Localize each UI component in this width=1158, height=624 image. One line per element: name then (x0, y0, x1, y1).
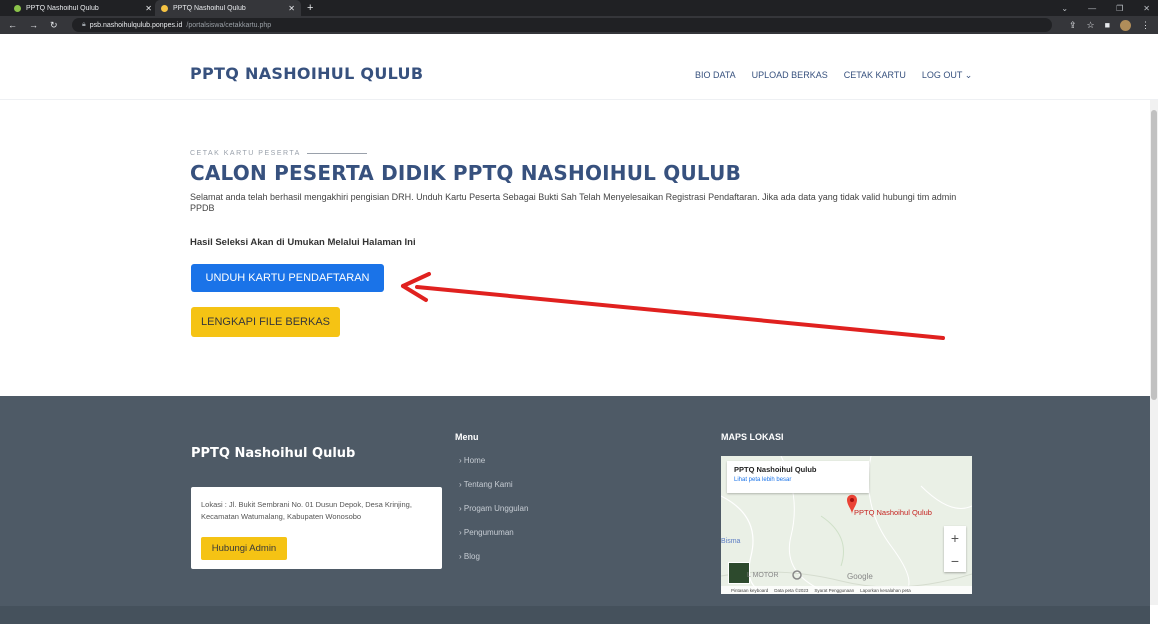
main-nav: BIO DATA UPLOAD BERKAS CETAK KARTU LOG O… (695, 70, 972, 81)
footer-bottom (0, 606, 1150, 624)
forward-icon[interactable]: → (29, 20, 38, 30)
tab-title: PPTQ Nashoihul Qulub (26, 4, 99, 12)
zoom-out-icon[interactable]: − (951, 553, 959, 569)
profile-avatar[interactable] (1120, 19, 1131, 31)
map-place-label: Bisma (721, 538, 741, 545)
complete-files-button[interactable]: LENGKAPI FILE BERKAS (191, 307, 340, 337)
browser-tab[interactable]: PPTQ Nashoihul Qulub ✕ (8, 0, 158, 16)
back-icon[interactable]: ← (8, 20, 17, 30)
map-attribution: Pintasan keyboard Data peta ©2023 Syarat… (721, 586, 972, 594)
site-footer (0, 396, 1150, 606)
map-footer-keyboard[interactable]: Pintasan keyboard (731, 588, 768, 593)
footer-address-card: Lokasi : Jl. Bukit Sembrani No. 01 Dusun… (191, 487, 442, 569)
map-card-title: PPTQ Nashoihul Qulub (734, 465, 817, 474)
nav-bio-data[interactable]: BIO DATA (695, 70, 736, 81)
footer-link-home[interactable]: › Home (459, 456, 528, 466)
map-info-card: PPTQ Nashoihul Qulub Lihat peta lebih be… (727, 461, 869, 493)
view-larger-map-link[interactable]: Lihat peta lebih besar (734, 477, 862, 483)
footer-link-tentang[interactable]: › Tentang Kami (459, 480, 528, 490)
close-tab-icon[interactable]: ✕ (288, 4, 295, 13)
browser-toolbar: ← → ↻ 🔒︎ psb.nashoihulqulub.ponpes.id/po… (0, 16, 1158, 34)
browser-tabbar: PPTQ Nashoihul Qulub ✕ PPTQ Nashoihul Qu… (0, 0, 1158, 16)
eyebrow-line (306, 153, 367, 154)
browser-tab-active[interactable]: PPTQ Nashoihul Qulub ✕ (155, 0, 301, 16)
sidebar-icon[interactable]: ■ (1105, 20, 1110, 30)
footer-link-progam[interactable]: › Progam Unggulan (459, 504, 528, 514)
share-icon[interactable]: ⇪ (1069, 20, 1077, 31)
maps-title: MAPS LOKASI (721, 432, 784, 442)
eyebrow-text: CETAK KARTU PESERTA (190, 150, 301, 157)
close-window-icon[interactable]: ✕ (1143, 4, 1150, 13)
section-eyebrow: CETAK KARTU PESERTA (190, 150, 367, 157)
footer-link-blog[interactable]: › Blog (459, 552, 528, 562)
nav-cetak-kartu[interactable]: CETAK KARTU (844, 70, 906, 81)
footer-link-pengumuman[interactable]: › Pengumuman (459, 528, 528, 538)
map-footer-data: Data peta ©2023 (774, 587, 809, 593)
map-zoom-control: + − (944, 526, 966, 572)
chevron-right-icon: › (459, 552, 462, 561)
map-pin-label[interactable]: PPTQ Nashoihul Qulub (854, 508, 932, 517)
url-host: psb.nashoihulqulub.ponpes.id (89, 21, 183, 29)
footer-brand: PPTQ Nashoihul Qulub (191, 446, 356, 461)
footer-menu: › Home › Tentang Kami › Progam Unggulan … (459, 456, 528, 562)
footer-link-label: Pengumuman (463, 528, 514, 537)
zoom-in-icon[interactable]: + (951, 530, 959, 546)
download-card-button[interactable]: UNDUH KARTU PENDAFTARAN (191, 264, 384, 292)
map-footer-report[interactable]: Laporkan kesalahan peta (860, 588, 911, 593)
nav-log-out[interactable]: LOG OUT ⌄ (922, 70, 972, 81)
contact-admin-button[interactable]: Hubungi Admin (201, 537, 287, 560)
footer-address: Lokasi : Jl. Bukit Sembrani No. 01 Dusun… (201, 500, 412, 521)
nav-log-out-label: LOG OUT (921, 70, 963, 80)
new-tab-icon[interactable]: + (307, 0, 313, 16)
site-header: PPTQ NASHOIHUL QULUB BIO DATA UPLOAD BER… (0, 34, 1158, 100)
footer-link-label: Progam Unggulan (463, 504, 529, 513)
window-controls: ⌄ — ❐ ✕ (1061, 0, 1158, 16)
url-path: /portalsiswa/cetakkartu.php (186, 21, 272, 29)
chevron-right-icon: › (459, 528, 462, 537)
address-bar[interactable]: 🔒︎ psb.nashoihulqulub.ponpes.id/portalsi… (72, 18, 1052, 32)
scrollbar-thumb[interactable] (1151, 110, 1157, 400)
chevron-right-icon: › (459, 504, 462, 513)
nav-buttons: ← → ↻ (8, 16, 58, 34)
footer-link-label: Home (463, 456, 486, 465)
page-title: CALON PESERTA DIDIK PPTQ NASHOIHUL QULUB (190, 161, 742, 185)
chevron-right-icon: › (459, 480, 462, 489)
browser-actions: ⇪ ☆ ■ ⋮ (1069, 16, 1150, 34)
nav-upload-berkas[interactable]: UPLOAD BERKAS (752, 70, 828, 81)
google-logo: Google (847, 572, 873, 581)
reload-icon[interactable]: ↻ (50, 20, 58, 31)
more-icon[interactable]: ⋮ (1141, 20, 1150, 31)
map-footer-terms[interactable]: Syarat Penggunaan (814, 588, 854, 593)
annotation-arrow-icon (401, 272, 945, 340)
map-poi-label: L MOTOR (747, 572, 779, 579)
embedded-map[interactable]: PPTQ Nashoihul Qulub Lihat peta lebih be… (721, 456, 972, 594)
chevron-down-icon: ⌄ (964, 70, 973, 80)
favicon-icon (14, 4, 21, 12)
footer-link-label: Blog (463, 552, 480, 561)
page-description: Selamat anda telah berhasil mengakhiri p… (190, 192, 957, 213)
restore-icon[interactable]: ❐ (1116, 4, 1123, 13)
selection-notice: Hasil Seleksi Akan di Umukan Melalui Hal… (190, 237, 416, 248)
chevron-right-icon: › (459, 456, 462, 465)
tab-title: PPTQ Nashoihul Qulub (173, 4, 246, 12)
lock-icon[interactable]: 🔒︎ (82, 21, 86, 29)
tab-search-icon[interactable]: ⌄ (1061, 4, 1068, 13)
close-tab-icon[interactable]: ✕ (145, 4, 152, 13)
minimize-icon[interactable]: — (1088, 4, 1096, 13)
footer-link-label: Tentang Kami (463, 480, 513, 489)
favicon-icon (161, 4, 168, 12)
star-icon[interactable]: ☆ (1086, 20, 1094, 31)
footer-menu-title: Menu (455, 432, 479, 442)
site-logo[interactable]: PPTQ NASHOIHUL QULUB (190, 64, 423, 83)
